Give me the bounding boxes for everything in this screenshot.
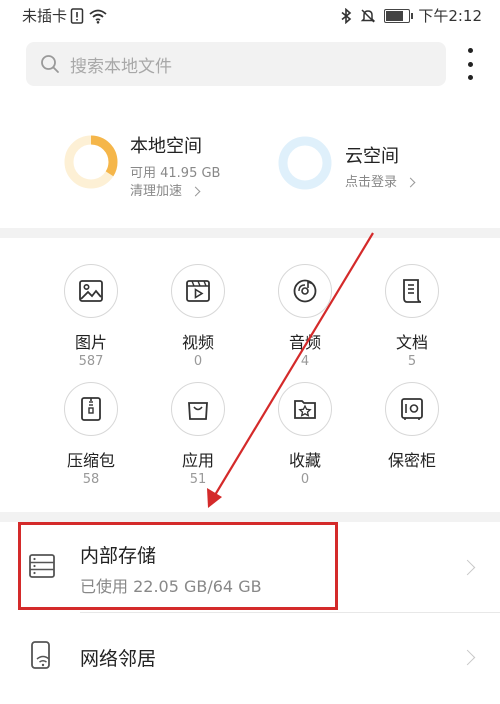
category-archives[interactable]: 压缩包 58: [41, 382, 141, 488]
video-icon: [186, 280, 210, 302]
category-count: 58: [82, 472, 100, 487]
network-phone-icon: [31, 641, 50, 669]
category-count: 0: [193, 354, 203, 369]
category-label: 收藏: [288, 451, 321, 470]
annotation-highlight-box: [18, 522, 338, 610]
network-neighborhood-title: 网络邻居: [80, 648, 157, 670]
status-time: 下午2:12: [418, 7, 482, 25]
category-icon-wrap: [385, 382, 439, 436]
sim-warning-icon: [70, 7, 84, 24]
category-icon-wrap: [278, 264, 332, 318]
category-label: 音频: [288, 333, 321, 352]
image-icon: [79, 280, 103, 302]
chevron-right-icon: [190, 186, 201, 197]
login-link: 点击登录: [345, 175, 398, 190]
category-label: 图片: [74, 333, 107, 352]
category-label: 文档: [395, 333, 428, 352]
chevron-right-icon: [459, 559, 476, 576]
category-icon-wrap: [171, 382, 225, 436]
app-bag-icon: [188, 402, 208, 420]
list-divider: [80, 612, 500, 613]
category-icon-wrap: [278, 382, 332, 436]
category-icon-wrap: [64, 382, 118, 436]
carrier-text: 未插卡: [22, 7, 68, 25]
category-documents[interactable]: 文档 5: [362, 264, 462, 370]
status-left: 未插卡: [22, 5, 108, 26]
category-safe[interactable]: 保密柜: [362, 382, 462, 472]
search-icon: [41, 55, 59, 73]
local-space-ring: [64, 135, 118, 189]
clean-speedup-link: 清理加速: [130, 184, 183, 199]
star-folder-icon: [294, 400, 316, 419]
safe-icon: [401, 398, 423, 420]
more-vertical-icon[interactable]: [462, 48, 478, 80]
status-right: 下午2:12: [340, 5, 482, 26]
bluetooth-icon: [341, 7, 352, 24]
network-neighborhood-row[interactable]: 网络邻居: [0, 614, 500, 700]
section-separator: [0, 512, 500, 522]
zip-archive-icon: [81, 397, 101, 421]
category-label: 应用: [181, 451, 214, 470]
category-videos[interactable]: 视频 0: [148, 264, 248, 370]
cloud-space-title: 云空间: [345, 146, 399, 167]
category-icon-wrap: [385, 264, 439, 318]
chevron-right-icon: [459, 649, 476, 666]
section-separator: [0, 228, 500, 238]
status-bar: 未插卡 下午2:12: [0, 0, 500, 32]
category-count: 587: [78, 354, 104, 369]
category-images[interactable]: 图片 587: [41, 264, 141, 370]
category-label: 视频: [181, 333, 214, 352]
category-count: 0: [300, 472, 310, 487]
document-icon: [403, 279, 422, 303]
category-count: 5: [407, 354, 417, 369]
cloud-space-ring: [278, 136, 332, 190]
category-label: 保密柜: [387, 451, 436, 470]
local-space-title: 本地空间: [130, 136, 202, 157]
category-apps[interactable]: 应用 51: [148, 382, 248, 488]
category-count: 4: [300, 354, 310, 369]
mute-icon: [361, 8, 376, 23]
search-placeholder: 搜索本地文件: [70, 56, 172, 77]
wifi-icon: [89, 9, 107, 24]
battery-icon: [384, 8, 414, 23]
category-label: 压缩包: [66, 451, 115, 470]
category-icon-wrap: [64, 264, 118, 318]
chevron-right-icon: [405, 177, 416, 188]
cloud-space-action[interactable]: 点击登录: [345, 171, 416, 190]
category-audio[interactable]: 音频 4: [255, 264, 355, 370]
local-space-action[interactable]: 清理加速: [130, 180, 201, 199]
category-icon-wrap: [171, 264, 225, 318]
search-bar[interactable]: 搜索本地文件: [26, 42, 446, 86]
music-disc-icon: [293, 279, 317, 303]
local-space-available: 可用 41.95 GB: [130, 166, 221, 181]
category-favorites[interactable]: 收藏 0: [255, 382, 355, 488]
category-count: 51: [189, 472, 207, 487]
